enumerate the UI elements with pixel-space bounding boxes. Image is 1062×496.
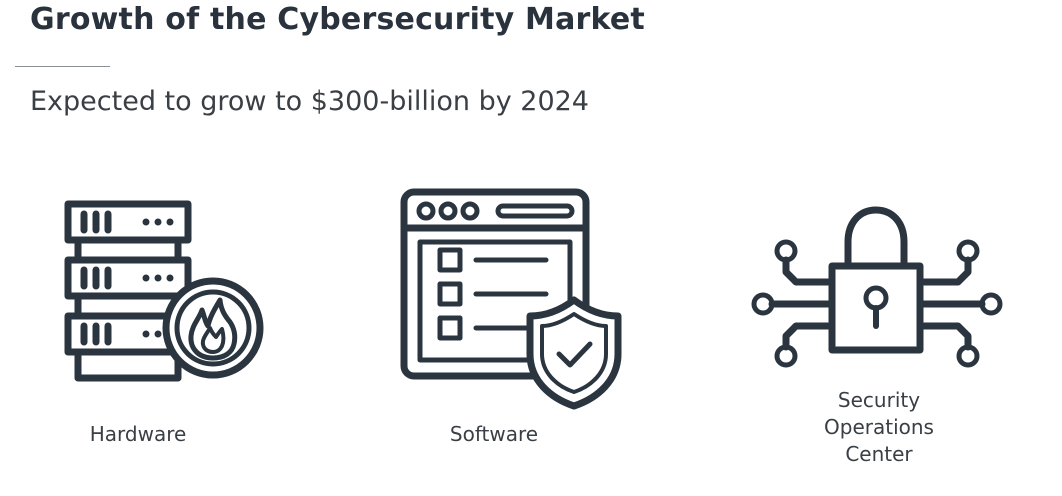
circuit-lock-icon [746, 204, 1008, 374]
security-operations-center-label: Security Operations Center [793, 387, 965, 468]
slide-title: Growth of the Cybersecurity Market [30, 2, 645, 37]
soc-label-line: Operations [824, 415, 934, 439]
software-label: Software [449, 422, 539, 446]
browser-shield-icon [396, 184, 628, 414]
title-divider [15, 66, 110, 67]
server-firewall-icon [62, 198, 268, 386]
hardware-label: Hardware [89, 422, 187, 446]
soc-label-line: Center [845, 442, 913, 466]
soc-label-line: Security [837, 388, 921, 412]
slide-subtitle: Expected to grow to $300-billion by 2024 [30, 86, 589, 117]
